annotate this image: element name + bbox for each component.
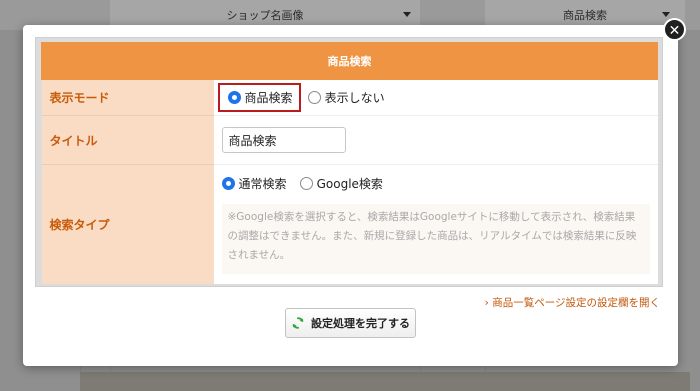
title-field — [213, 115, 658, 165]
title-input[interactable] — [221, 127, 346, 153]
search-type-field: 通常検索 Google検索 ※Google検索を選択すると、検索結果はGoogl… — [213, 164, 658, 284]
title-label: タイトル — [41, 115, 214, 165]
radio-label: 通常検索 — [238, 177, 287, 191]
radio-selected-icon[interactable] — [221, 177, 235, 190]
radio-label: 表示しない — [324, 91, 385, 105]
radio-label: Google検索 — [316, 177, 383, 191]
radio-hide[interactable]: 表示しない — [307, 89, 385, 106]
radio-unselected-icon[interactable] — [307, 91, 321, 104]
form-frame: 商品検索 表示モード 商品検索 表示しない タイトル 商品検索 検索タイプ 通常… — [35, 37, 663, 287]
submit-label: 設定処理を完了する — [311, 317, 410, 330]
highlight-box: 商品検索 — [217, 83, 301, 112]
triangle-down-icon — [403, 12, 411, 17]
triangle-down-icon — [662, 12, 670, 17]
display-mode-label: 表示モード — [41, 79, 214, 116]
chevron-right-icon: › — [484, 297, 489, 309]
complete-settings-button[interactable]: 設定処理を完了する — [285, 308, 416, 338]
background-column-label: 商品検索 — [563, 9, 607, 22]
radio-unselected-icon[interactable] — [299, 177, 313, 190]
background-column-label: ショップ名画像 — [226, 9, 304, 22]
settings-link[interactable]: › 商品一覧ページ設定の設定欄を開く — [485, 295, 660, 310]
display-mode-field: 商品検索 表示しない — [213, 79, 658, 116]
refresh-icon — [292, 317, 304, 329]
radio-normal-search[interactable]: 通常検索 — [221, 175, 287, 192]
search-type-label: 検索タイプ — [41, 164, 214, 284]
search-type-note: ※Google検索を選択すると、検索結果はGoogleサイトに移動して表示され、… — [221, 204, 650, 274]
background-footer — [80, 372, 690, 391]
close-icon[interactable]: ✕ — [663, 18, 686, 41]
radio-selected-icon[interactable] — [227, 91, 241, 104]
form-header: 商品検索 — [41, 42, 658, 80]
settings-modal: 商品検索 表示モード 商品検索 表示しない タイトル 商品検索 検索タイプ 通常… — [23, 25, 678, 366]
radio-google-search[interactable]: Google検索 — [299, 175, 383, 192]
radio-label: 商品検索 — [244, 91, 293, 105]
settings-form: 商品検索 表示モード 商品検索 表示しない タイトル 商品検索 検索タイプ 通常… — [41, 42, 658, 284]
settings-link-label: 商品一覧ページ設定の設定欄を開く — [492, 297, 660, 309]
radio-product-search[interactable]: 商品検索 — [227, 89, 293, 106]
